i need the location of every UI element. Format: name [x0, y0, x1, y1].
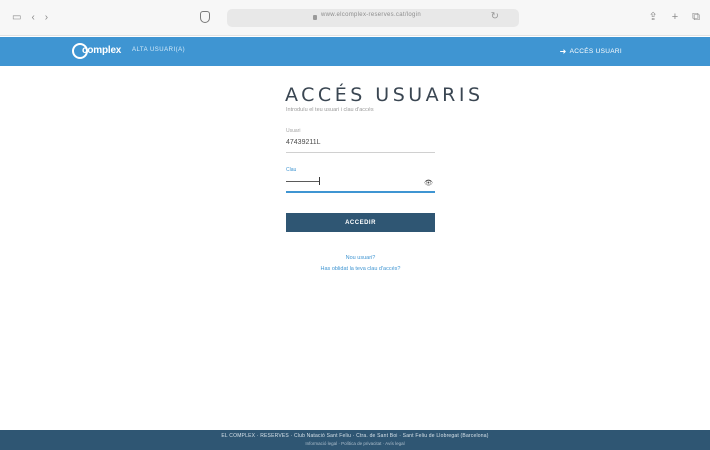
brand-name[interactable]: complex — [82, 45, 121, 56]
show-password-icon[interactable]: 👁 — [424, 179, 433, 187]
username-field[interactable]: 47439211L — [286, 139, 321, 146]
login-arrow-icon: ➜ — [559, 47, 567, 56]
forward-icon[interactable]: › — [45, 12, 48, 24]
site-footer: EL COMPLEX · RESERVES · Club Natació San… — [0, 430, 710, 450]
reload-icon[interactable]: ↻ — [491, 11, 499, 22]
site-header: complex ALTA USUARI(A) ➜ ACCÉS USUARI — [0, 37, 710, 66]
new-tab-icon[interactable]: + — [672, 11, 678, 23]
address-bar[interactable]: www.elcomplex-reserves.cat/login ↻ — [227, 9, 519, 27]
password-underline-focused — [286, 191, 435, 193]
password-label: Clau — [286, 167, 297, 173]
forgot-password-link[interactable]: Has oblidat la teva clau d'accés? — [286, 266, 435, 272]
password-field[interactable] — [286, 181, 319, 182]
footer-legal-links[interactable]: Informació legal · Política de privacita… — [0, 441, 710, 446]
brand-subtitle[interactable]: ALTA USUARI(A) — [132, 47, 185, 53]
lock-icon — [313, 15, 317, 20]
username-underline — [286, 152, 435, 153]
page-title: ACCÉS USUARIS — [285, 84, 484, 106]
toolbar-right-group: ⇪ + ⧉ — [648, 11, 700, 23]
url-text: www.elcomplex-reserves.cat/login — [321, 12, 421, 18]
user-access-label: ACCÉS USUARI — [569, 48, 622, 55]
user-access-link[interactable]: ➜ ACCÉS USUARI — [560, 47, 622, 56]
username-label: Usuari — [286, 128, 301, 134]
sidebar-icon[interactable]: ▭ — [12, 12, 21, 24]
tabs-icon[interactable]: ⧉ — [692, 11, 700, 23]
share-icon[interactable]: ⇪ — [648, 11, 657, 23]
privacy-shield-icon[interactable] — [200, 11, 210, 23]
browser-toolbar: ▭ ‹ › www.elcomplex-reserves.cat/login ↻… — [0, 0, 710, 36]
new-user-link[interactable]: Nou usuari? — [286, 255, 435, 261]
footer-address: EL COMPLEX · RESERVES · Club Natació San… — [221, 433, 489, 439]
toolbar-left-group: ▭ ‹ › — [12, 12, 48, 24]
text-cursor — [319, 177, 320, 185]
back-icon[interactable]: ‹ — [31, 12, 34, 24]
page-subtitle: Introduïu el teu usuari i clau d'accés — [286, 107, 374, 113]
submit-button[interactable]: ACCEDIR — [286, 213, 435, 232]
